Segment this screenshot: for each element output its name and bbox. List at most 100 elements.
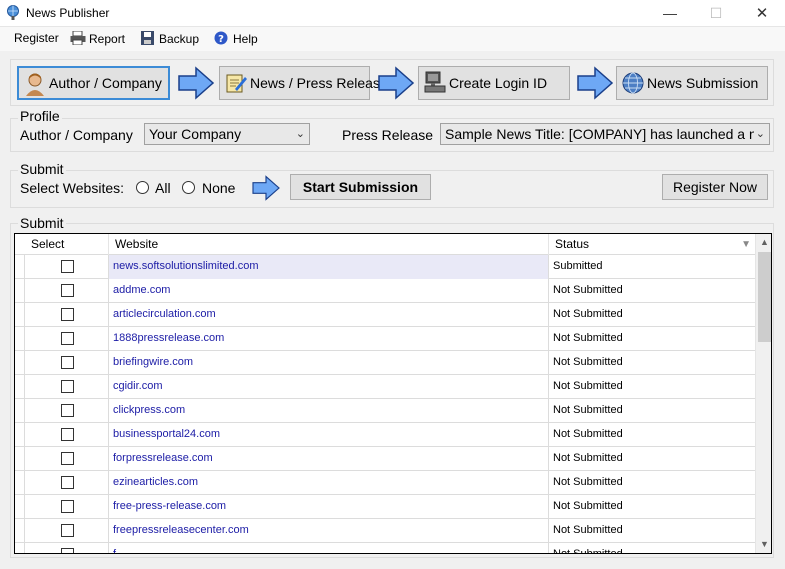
select-websites-label: Select Websites: [20,180,125,196]
status-cell: Not Submitted [553,380,623,392]
table-row[interactable]: addme.com Not Submitted [15,279,755,303]
profile-group-title: Profile [18,108,62,124]
scroll-down-icon[interactable]: ▼ [756,536,771,553]
author-company-button[interactable]: Author / Company [17,66,170,100]
register-now-button[interactable]: Register Now [662,174,768,200]
grid-group-title: Submit [18,215,66,231]
row-header[interactable] [15,543,25,553]
website-cell[interactable]: free-press-release.com [109,495,549,519]
table-row[interactable]: articlecirculation.com Not Submitted [15,303,755,327]
website-cell[interactable]: freepressreleasecenter.com [109,519,549,543]
website-cell[interactable]: 1888pressrelease.com [109,327,549,351]
row-header[interactable] [15,375,25,398]
row-header[interactable] [15,303,25,326]
printer-icon [70,31,86,45]
vertical-scrollbar[interactable]: ▲ ▼ [755,234,771,553]
arrow-right-icon [252,175,280,201]
row-checkbox[interactable] [61,476,74,489]
table-row[interactable]: news.softsolutionslimited.com Submitted [15,255,755,279]
website-cell[interactable]: articlecirculation.com [109,303,549,327]
floppy-disk-icon [141,31,154,45]
scroll-up-icon[interactable]: ▲ [756,234,771,251]
row-checkbox[interactable] [61,380,74,393]
row-header[interactable] [15,471,25,494]
row-checkbox[interactable] [61,332,74,345]
minimize-button[interactable]: — [647,0,693,27]
website-cell[interactable]: cgidir.com [109,375,549,399]
table-row[interactable]: freepressreleasecenter.com Not Submitted [15,519,755,543]
table-row[interactable]: ezinearticles.com Not Submitted [15,471,755,495]
table-row[interactable]: briefingwire.com Not Submitted [15,351,755,375]
press-release-select[interactable]: Sample News Title: [COMPANY] has launche… [440,123,770,145]
news-submission-label: News Submission [647,75,759,91]
row-checkbox[interactable] [61,260,74,273]
menu-backup[interactable]: Backup [140,31,199,46]
website-cell[interactable]: briefingwire.com [109,351,549,375]
column-header-website[interactable]: Website [109,234,549,255]
row-checkbox[interactable] [61,404,74,417]
table-row[interactable]: f... Not Submitted [15,543,755,553]
status-cell: Not Submitted [553,284,623,296]
website-cell[interactable]: ezinearticles.com [109,471,549,495]
table-row[interactable]: clickpress.com Not Submitted [15,399,755,423]
close-button[interactable]: ✕ [739,0,785,27]
row-checkbox[interactable] [61,284,74,297]
status-cell: Not Submitted [553,524,623,536]
table-row[interactable]: cgidir.com Not Submitted [15,375,755,399]
menu-register[interactable]: Register [14,31,59,45]
row-header[interactable] [15,255,25,278]
website-cell[interactable]: addme.com [109,279,549,303]
arrow-right-icon [178,66,214,100]
row-header[interactable] [15,279,25,302]
website-cell[interactable]: news.softsolutionslimited.com [109,255,549,279]
row-checkbox[interactable] [61,524,74,537]
maximize-button[interactable]: ☐ [693,0,739,27]
row-checkbox[interactable] [61,428,74,441]
start-submission-button[interactable]: Start Submission [290,174,431,200]
menu-report[interactable]: Report [70,31,125,46]
scrollbar-thumb[interactable] [758,252,771,342]
news-press-release-button[interactable]: News / Press Release [219,66,388,100]
row-checkbox[interactable] [61,452,74,465]
select-all-radio[interactable] [136,181,149,194]
table-row[interactable]: 1888pressrelease.com Not Submitted [15,327,755,351]
row-header[interactable] [15,351,25,374]
row-checkbox[interactable] [61,548,74,553]
author-company-select[interactable]: Your Company ⌄ [144,123,310,145]
status-cell: Not Submitted [553,356,623,368]
row-checkbox[interactable] [61,500,74,513]
row-header[interactable] [15,327,25,350]
author-company-label: Author / Company [49,75,162,91]
table-row[interactable]: forpressrelease.com Not Submitted [15,447,755,471]
create-login-id-button[interactable]: Create Login ID [418,66,570,100]
row-header[interactable] [15,423,25,446]
select-cell [25,255,109,279]
table-row[interactable]: free-press-release.com Not Submitted [15,495,755,519]
notepad-pencil-icon [226,74,247,93]
select-cell [25,303,109,327]
website-cell[interactable]: clickpress.com [109,399,549,423]
computer-icon [424,71,446,93]
column-header-status[interactable]: Status ▼ [549,234,755,255]
select-none-label[interactable]: None [202,180,235,196]
menu-help[interactable]: ? Help [214,31,258,46]
table-row[interactable]: businessportal24.com Not Submitted [15,423,755,447]
sort-arrow-icon: ▼ [741,239,751,250]
column-header-select[interactable]: Select [25,234,109,255]
select-cell [25,471,109,495]
row-header[interactable] [15,495,25,518]
arrow-right-icon [577,66,613,100]
row-header[interactable] [15,519,25,542]
website-cell[interactable]: f... [109,543,549,553]
website-cell[interactable]: forpressrelease.com [109,447,549,471]
select-cell [25,375,109,399]
website-cell[interactable]: businessportal24.com [109,423,549,447]
select-none-radio[interactable] [182,181,195,194]
row-header[interactable] [15,447,25,470]
row-header[interactable] [15,399,25,422]
row-checkbox[interactable] [61,308,74,321]
window-title: News Publisher [26,6,110,20]
select-all-label[interactable]: All [155,180,171,196]
row-checkbox[interactable] [61,356,74,369]
news-submission-button[interactable]: News Submission [616,66,768,100]
